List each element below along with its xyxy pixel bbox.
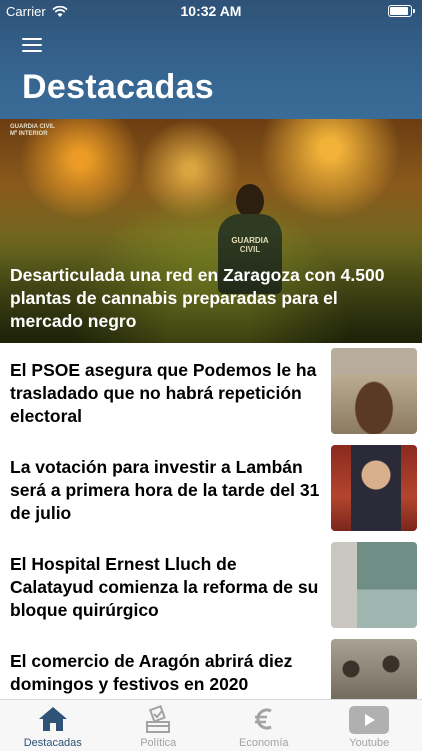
news-title: La votación para investir a Lambán será … (10, 456, 320, 525)
tab-economia[interactable]: Economía (211, 700, 317, 751)
news-item[interactable]: El PSOE asegura que Podemos le ha trasla… (0, 343, 422, 440)
news-thumbnail (331, 348, 417, 434)
tab-bar: Destacadas Política Economía Youtube (0, 699, 422, 751)
tab-youtube[interactable]: Youtube (317, 700, 422, 751)
app-header: Carrier 10:32 AM Destacadas (0, 0, 422, 119)
news-title: El PSOE asegura que Podemos le ha trasla… (10, 359, 320, 428)
hero-title: Desarticulada una red en Zaragoza con 4.… (10, 264, 415, 333)
ballot-box-icon (143, 705, 173, 735)
page-title: Destacadas (22, 68, 214, 107)
hero-watermark: GUARDIA CIVIL Mº INTERIOR (10, 124, 55, 138)
news-thumbnail (331, 542, 417, 628)
home-icon (38, 705, 68, 733)
news-title: El Hospital Ernest Lluch de Calatayud co… (10, 553, 320, 622)
tab-politica[interactable]: Política (106, 700, 212, 751)
tab-label: Política (106, 737, 212, 749)
status-bar: Carrier 10:32 AM (0, 0, 422, 22)
tab-destacadas[interactable]: Destacadas (0, 700, 106, 751)
battery-icon (388, 5, 412, 17)
hamburger-menu-icon[interactable] (22, 36, 44, 54)
news-list: El PSOE asegura que Podemos le ha trasla… (0, 343, 422, 731)
youtube-icon (348, 705, 390, 735)
news-thumbnail (331, 445, 417, 531)
tab-label: Economía (211, 737, 317, 749)
hero-article[interactable]: GUARDIA CIVIL Mº INTERIOR GUARDIA CIVIL … (0, 119, 422, 343)
tab-label: Destacadas (0, 737, 106, 749)
status-time: 10:32 AM (0, 3, 422, 19)
tab-label: Youtube (317, 737, 422, 749)
news-title: El comercio de Aragón abrirá diez doming… (10, 650, 320, 696)
euro-icon (249, 705, 279, 733)
news-item[interactable]: La votación para investir a Lambán será … (0, 440, 422, 537)
news-item[interactable]: El Hospital Ernest Lluch de Calatayud co… (0, 537, 422, 634)
